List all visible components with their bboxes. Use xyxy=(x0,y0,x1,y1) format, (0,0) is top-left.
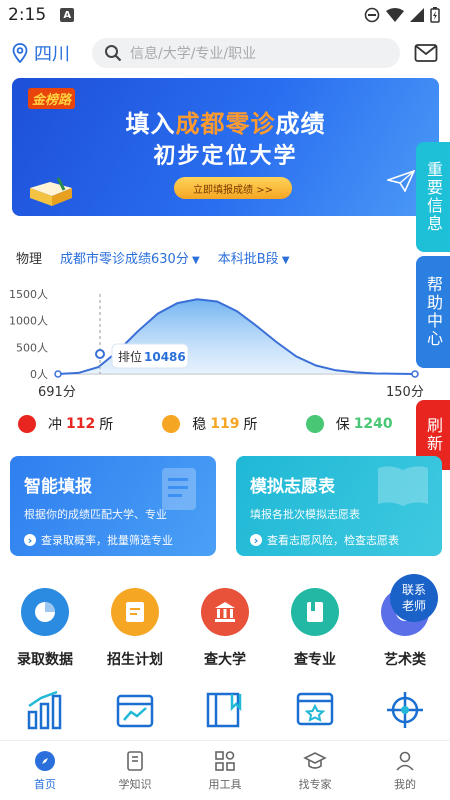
chong-count: 112 xyxy=(66,416,96,432)
wen-count: 119 xyxy=(210,416,240,432)
notification-a-icon: A xyxy=(60,8,75,22)
x-left-label: 691分 xyxy=(38,385,76,400)
grid-label: 招生计划 xyxy=(107,652,163,668)
trend-calendar-icon xyxy=(116,694,154,728)
status-bar: 2:15 A xyxy=(0,0,450,30)
sim-table-card[interactable]: 模拟志愿表 填报各批次模拟志愿表 查看志愿风险，检查志愿表 xyxy=(236,456,442,556)
trend-calendar-tool[interactable] xyxy=(90,690,180,730)
user-icon xyxy=(396,751,414,771)
major-book-icon xyxy=(291,588,339,636)
paper-plane-icon xyxy=(387,170,415,192)
search-input[interactable]: 信息/大学/专业/职业 xyxy=(92,38,400,68)
strategy-legend: 冲 112 所 稳 119 所 保 1240 xyxy=(18,414,450,434)
star-window-tool[interactable] xyxy=(270,690,360,730)
banner-subheadline: 初步定位大学 xyxy=(153,144,298,169)
bao-dot-icon xyxy=(305,415,324,433)
mail-icon[interactable] xyxy=(414,43,438,63)
grid-label: 查大学 xyxy=(204,652,246,668)
y-tick-label: 0人 xyxy=(30,368,48,381)
book-tool[interactable] xyxy=(180,690,270,730)
plan-icon xyxy=(111,588,159,636)
wen-dot-icon xyxy=(162,415,181,433)
pie-chart-icon xyxy=(21,588,69,636)
open-book-icon xyxy=(378,466,428,506)
location-label: 四川 xyxy=(34,44,70,65)
legend-wen[interactable]: 稳 119 所 xyxy=(162,414,305,434)
search-icon xyxy=(105,45,122,62)
legend-bao[interactable]: 保 1240 xyxy=(305,414,450,434)
book-icon xyxy=(30,177,72,206)
sim-table-sub: 填报各批次模拟志愿表 xyxy=(250,508,360,521)
target-tool[interactable] xyxy=(360,690,450,730)
header: 四川 信息/大学/专业/职业 xyxy=(0,30,450,76)
smart-fill-card[interactable]: 智能填报 根据你的成绩匹配大学、专业 查录取概率，批量筛选专业 xyxy=(10,456,216,556)
bottom-tab-bar: 首页 学知识 用工具 找专家 我的 xyxy=(0,740,450,800)
tab-tools[interactable]: 用工具 xyxy=(180,741,270,800)
score-filters: 物理 成都市零诊成绩630分 本科批B段 xyxy=(16,248,290,267)
promo-banner[interactable]: 金榜路 填入成都零诊成绩 初步定位大学 立即填报成绩 >> xyxy=(12,78,439,216)
exam-score-dropdown[interactable]: 成都市零诊成绩630分 xyxy=(60,248,200,267)
star-window-icon xyxy=(296,692,334,726)
banner-headline: 填入成都零诊成绩 xyxy=(125,110,326,138)
open-book-tool-icon xyxy=(206,692,242,728)
grid-label: 艺术类 xyxy=(384,652,426,668)
dnd-icon xyxy=(364,7,380,23)
notebook-icon xyxy=(127,750,143,771)
rank-label: 排位 xyxy=(118,349,142,364)
target-icon xyxy=(387,692,423,728)
smart-fill-link[interactable]: 查录取概率，批量筛选专业 xyxy=(24,532,202,548)
subject-label: 物理 xyxy=(16,252,43,267)
grid-item-find-major[interactable]: 查专业 xyxy=(270,588,360,669)
graduation-cap-icon xyxy=(303,751,327,769)
y-tick-label: 1500人 xyxy=(10,288,48,301)
y-tick-label: 500人 xyxy=(16,341,48,354)
contact-teacher-button[interactable]: 联系 老师 xyxy=(390,574,438,622)
chong-dot-icon xyxy=(18,415,36,433)
bao-count: 1240 xyxy=(353,416,393,432)
tab-mine[interactable]: 我的 xyxy=(360,741,450,800)
x-right-label: 150分 xyxy=(386,385,424,400)
tools-grid-icon xyxy=(215,750,235,771)
feature-grid: 录取数据 招生计划 查大学 查专业 艺术类 xyxy=(0,588,450,669)
tools-grid xyxy=(0,690,450,730)
signal-icon xyxy=(410,8,424,22)
grid-item-enrollment-plan[interactable]: 招生计划 xyxy=(90,588,180,669)
compass-icon xyxy=(35,750,55,771)
chart-end-point xyxy=(411,370,419,378)
tab-experts[interactable]: 找专家 xyxy=(270,741,360,800)
location-pin-icon xyxy=(12,43,28,63)
location-selector[interactable]: 四川 xyxy=(12,40,92,66)
sim-table-link[interactable]: 查看志愿风险，检查志愿表 xyxy=(250,532,428,548)
grid-label: 查专业 xyxy=(294,652,336,668)
university-icon xyxy=(201,588,249,636)
batch-dropdown[interactable]: 本科批B段 xyxy=(218,248,290,267)
wifi-icon xyxy=(386,8,404,22)
search-placeholder: 信息/大学/专业/职业 xyxy=(130,46,257,62)
rank-marker-dot xyxy=(95,349,105,359)
fill-score-button[interactable]: 立即填报成绩 >> xyxy=(174,177,292,199)
rank-value: 10486 xyxy=(144,350,186,364)
grid-label: 录取数据 xyxy=(17,652,73,668)
grid-item-admission-data[interactable]: 录取数据 xyxy=(0,588,90,669)
bar-chart-icon xyxy=(27,690,62,730)
battery-icon xyxy=(430,7,440,23)
status-time: 2:15 xyxy=(8,5,47,25)
y-tick-label: 1000人 xyxy=(10,315,48,328)
tab-learn[interactable]: 学知识 xyxy=(90,741,180,800)
document-icon xyxy=(162,468,196,510)
score-distribution-chart: 1500人 1000人 500人 0人 排位 10486 691分 150分 xyxy=(10,288,424,400)
tab-home[interactable]: 首页 xyxy=(0,741,90,800)
chart-start-point xyxy=(54,370,62,378)
legend-chong[interactable]: 冲 112 所 xyxy=(18,414,162,434)
grid-item-find-university[interactable]: 查大学 xyxy=(180,588,270,669)
important-info-tab[interactable]: 重要信息 xyxy=(416,142,450,252)
bar-chart-tool[interactable] xyxy=(0,690,90,730)
